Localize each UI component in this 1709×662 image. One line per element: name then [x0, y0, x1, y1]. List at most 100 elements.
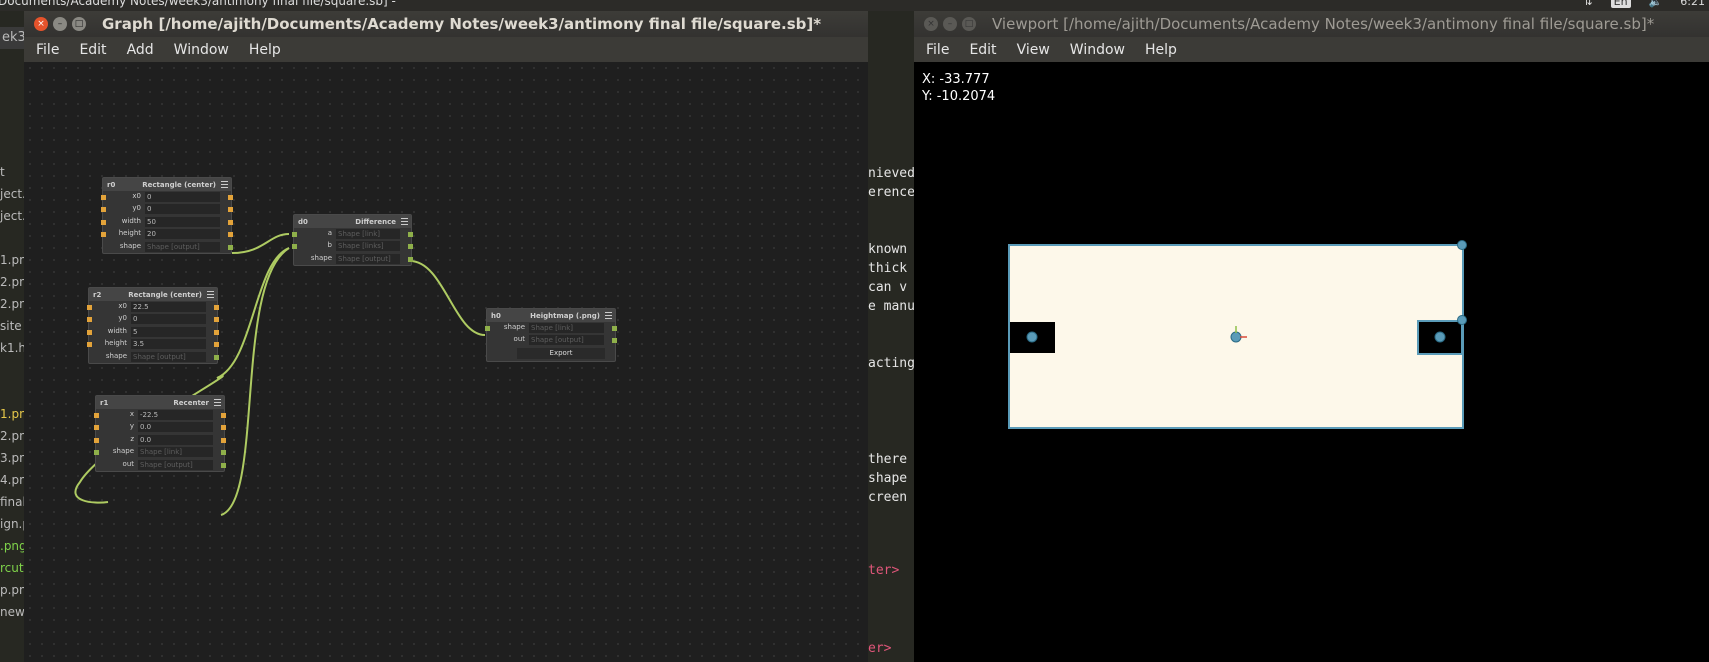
input-port[interactable]: [94, 413, 99, 418]
input-port[interactable]: [485, 326, 490, 331]
output-port[interactable]: [221, 413, 226, 418]
input-port[interactable]: [101, 195, 106, 200]
viewport-titlebar[interactable]: × – □ Viewport [/home/ajith/Documents/Ac…: [914, 11, 1709, 37]
file-item[interactable]: ject.j: [0, 205, 24, 227]
file-item[interactable]: final: [0, 491, 24, 513]
keyboard-language-indicator[interactable]: En: [1610, 0, 1631, 8]
node-r2-rectangle[interactable]: r2 Rectangle (center) x0 22.5 y0 0 width 5 …: [87, 287, 219, 364]
wire-d0-shape-to-h0-shape[interactable]: [409, 260, 486, 336]
output-port[interactable]: [408, 244, 413, 250]
output-port[interactable]: [408, 232, 413, 237]
clock[interactable]: 6:21: [1680, 0, 1705, 8]
node-menu-icon[interactable]: [401, 218, 408, 225]
file-item[interactable]: 2.png: [0, 271, 24, 293]
file-item[interactable]: 4.png: [0, 469, 24, 491]
output-port[interactable]: [228, 195, 233, 200]
output-port[interactable]: [214, 317, 219, 323]
node-graph-canvas[interactable]: r0 Rectangle (center) x0 0 y0 0 width 50 he…: [24, 62, 868, 662]
param-field[interactable]: 0: [131, 314, 206, 325]
output-port[interactable]: [408, 256, 413, 262]
param-field[interactable]: 22.5: [131, 302, 206, 312]
left-cutout-handle-icon[interactable]: [1026, 331, 1038, 343]
output-port[interactable]: [214, 329, 219, 335]
output-port[interactable]: [221, 425, 226, 431]
output-port[interactable]: [221, 450, 226, 456]
file-item[interactable]: newc: [0, 601, 24, 623]
menu-edit[interactable]: Edit: [969, 42, 996, 58]
node-header[interactable]: r1 Recenter: [96, 396, 224, 409]
file-item[interactable]: 1.png: [0, 403, 24, 425]
node-menu-icon[interactable]: [207, 291, 214, 298]
output-port[interactable]: [214, 305, 219, 310]
minimize-window-icon[interactable]: –: [53, 17, 67, 31]
menu-view[interactable]: View: [1017, 42, 1050, 58]
file-item[interactable]: ign.p: [0, 513, 24, 535]
node-header[interactable]: h0 Heightmap (.png): [487, 309, 615, 322]
node-header[interactable]: d0 Difference: [294, 215, 411, 228]
node-d0-difference[interactable]: d0 Difference a Shape [link] b Shape [link…: [292, 214, 413, 267]
close-window-icon[interactable]: ×: [924, 17, 938, 31]
corner-handle-icon[interactable]: [1457, 240, 1467, 250]
input-port[interactable]: [94, 425, 99, 431]
param-field[interactable]: 20: [145, 229, 220, 240]
menu-window[interactable]: Window: [174, 42, 229, 58]
output-port[interactable]: [228, 219, 233, 225]
output-port[interactable]: [228, 244, 233, 250]
wire-r1-out-to-d0-b[interactable]: [220, 247, 290, 516]
input-port[interactable]: [94, 450, 99, 456]
file-item[interactable]: 2.png: [0, 425, 24, 447]
background-editor-tab[interactable]: ek3: [0, 27, 24, 49]
file-item[interactable]: rcut: [0, 557, 24, 579]
input-port[interactable]: [101, 207, 106, 213]
file-item[interactable]: 2.png: [0, 293, 24, 315]
menu-help[interactable]: Help: [249, 42, 281, 58]
input-port[interactable]: [87, 305, 92, 310]
file-item[interactable]: [0, 227, 24, 249]
close-window-icon[interactable]: ×: [34, 17, 48, 31]
maximize-window-icon[interactable]: □: [72, 17, 86, 31]
input-port[interactable]: [87, 329, 92, 335]
volume-icon[interactable]: 🔈: [1649, 0, 1663, 8]
export-button[interactable]: Export: [517, 347, 605, 359]
output-port[interactable]: [214, 354, 219, 360]
file-item[interactable]: k1.h: [0, 337, 24, 359]
output-port[interactable]: [612, 338, 617, 344]
node-menu-icon[interactable]: [221, 181, 228, 188]
param-field[interactable]: 5: [131, 326, 206, 337]
param-field[interactable]: 50: [145, 216, 220, 227]
param-field[interactable]: 0: [145, 204, 220, 215]
3d-viewport[interactable]: X: -33.777 Y: -10.2074: [914, 62, 1709, 662]
edge-handle-icon[interactable]: [1457, 315, 1467, 325]
node-h0-heightmap[interactable]: h0 Heightmap (.png) shape Shape [link] ou…: [485, 308, 617, 362]
file-item[interactable]: p.png: [0, 579, 24, 601]
wire-r0-shape-to-d0-a[interactable]: [231, 233, 290, 254]
node-r1-recenter[interactable]: r1 Recenter x -22.5 y 0.0 z 0.0 shape Shape …: [94, 395, 226, 472]
menu-file[interactable]: File: [926, 42, 949, 58]
node-header[interactable]: r2 Rectangle (center): [89, 288, 217, 301]
node-menu-icon[interactable]: [214, 399, 221, 406]
file-item[interactable]: t: [0, 161, 24, 183]
menu-window[interactable]: Window: [1070, 42, 1125, 58]
input-port[interactable]: [292, 244, 297, 250]
minimize-window-icon[interactable]: –: [943, 17, 957, 31]
file-item[interactable]: 1.png: [0, 249, 24, 271]
maximize-window-icon[interactable]: □: [962, 17, 976, 31]
param-field[interactable]: 0.0: [138, 434, 213, 445]
file-item[interactable]: .png: [0, 535, 24, 557]
file-item[interactable]: 3.png: [0, 447, 24, 469]
input-port[interactable]: [101, 232, 106, 238]
menu-file[interactable]: File: [36, 42, 59, 58]
param-field[interactable]: 0: [145, 192, 220, 202]
output-port[interactable]: [221, 437, 226, 443]
node-header[interactable]: r0 Rectangle (center): [103, 178, 231, 191]
graph-titlebar[interactable]: × – □ Graph [/home/ajith/Documents/Acade…: [24, 11, 868, 37]
file-item[interactable]: ject.l: [0, 183, 24, 205]
center-handle-icon[interactable]: [1230, 331, 1242, 343]
menu-help[interactable]: Help: [1145, 42, 1177, 58]
node-menu-icon[interactable]: [605, 312, 612, 319]
output-port[interactable]: [612, 326, 617, 331]
output-port[interactable]: [214, 342, 219, 348]
node-r0-rectangle[interactable]: r0 Rectangle (center) x0 0 y0 0 width 50 he…: [101, 177, 233, 254]
input-port[interactable]: [292, 232, 297, 237]
param-field[interactable]: 0.0: [138, 422, 213, 433]
